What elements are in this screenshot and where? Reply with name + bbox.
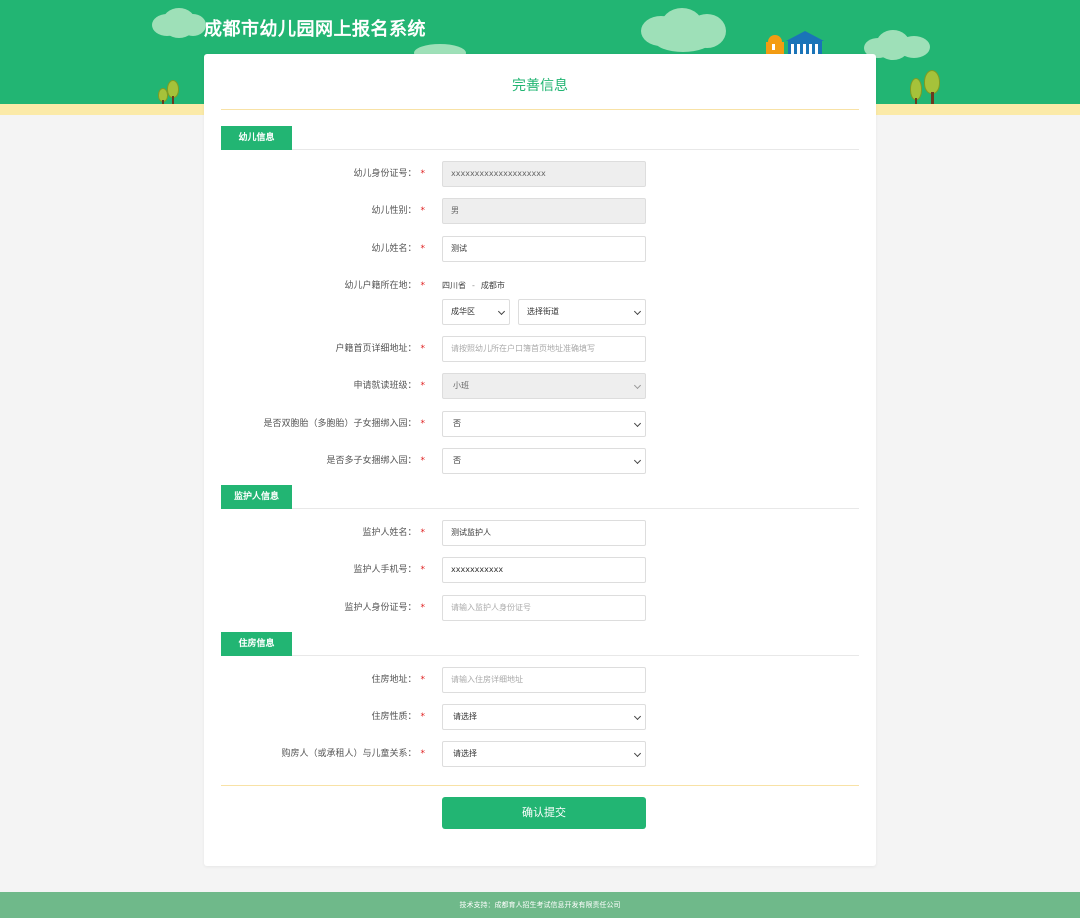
hukou-city: 成都市 — [480, 281, 505, 290]
child-name-label: 幼儿姓名： * — [371, 244, 425, 254]
housing-nature-label: 住房性质： * — [371, 712, 425, 722]
chevron-down-icon — [633, 419, 642, 428]
form-title: 完善信息 — [512, 78, 568, 94]
guardian-id-input[interactable]: 请输入监护人身份证号 — [442, 595, 646, 621]
guardian-phone-input[interactable]: xxxxxxxxxxx — [442, 557, 646, 583]
hukou-province: 四川省 — [442, 281, 466, 290]
submit-button[interactable]: 确认提交 — [442, 797, 646, 829]
chevron-down-icon — [633, 712, 642, 721]
housing-address-input[interactable]: 请输入住房详细地址 — [442, 667, 646, 693]
footer-support-text: 技术支持：成都育人招生考试信息开发有限责任公司 — [0, 892, 1080, 918]
hukou-location-label: 幼儿户籍所在地： * — [344, 281, 425, 291]
class-label: 申请就读班级： * — [353, 381, 425, 391]
title-divider — [221, 109, 859, 110]
street-select[interactable]: 选择街道 — [518, 299, 646, 325]
chevron-down-icon — [633, 307, 642, 316]
section-child-info: 幼儿信息 — [221, 126, 859, 150]
guardian-id-label: 监护人身份证号： * — [344, 603, 425, 613]
buyer-relation-label: 购房人（或承租人）与儿童关系： * — [281, 749, 425, 759]
site-title: 成都市幼儿园网上报名系统 — [204, 19, 426, 40]
child-name-input[interactable]: 测试 — [442, 236, 646, 262]
guardian-name-input[interactable]: 测试监护人 — [442, 520, 646, 546]
child-gender-field[interactable]: 男 — [442, 198, 646, 224]
district-select[interactable]: 成华区 — [442, 299, 510, 325]
section-tab-label: 住房信息 — [221, 632, 292, 656]
housing-nature-select[interactable]: 请选择 — [442, 704, 646, 730]
class-select[interactable]: 小班 — [442, 373, 646, 399]
section-tab-label: 幼儿信息 — [221, 126, 292, 150]
chevron-down-icon — [633, 749, 642, 758]
section-guardian-info: 监护人信息 — [221, 485, 859, 509]
child-id-label: 幼儿身份证号： * — [353, 169, 425, 179]
hukou-address-input[interactable]: 请按照幼儿所在户口簿首页地址准确填写 — [442, 336, 646, 362]
hukou-separator: - — [472, 281, 475, 290]
buyer-relation-select[interactable]: 请选择 — [442, 741, 646, 767]
bottom-divider — [221, 785, 859, 786]
twins-label: 是否双胞胎（多胞胎）子女捆绑入园： * — [263, 419, 425, 429]
chevron-down-icon — [633, 381, 642, 390]
housing-address-label: 住房地址： * — [371, 675, 425, 685]
chevron-down-icon — [633, 456, 642, 465]
form-card: 完善信息 幼儿信息 幼儿身份证号： * xxxxxxxxxxxxxxxxxxxx … — [204, 54, 876, 866]
multi-child-select[interactable]: 否 — [442, 448, 646, 474]
child-gender-label: 幼儿性别： * — [371, 206, 425, 216]
hukou-address-label: 户籍首页详细地址： * — [335, 344, 425, 354]
section-tab-label: 监护人信息 — [221, 485, 292, 509]
twins-select[interactable]: 否 — [442, 411, 646, 437]
chevron-down-icon — [497, 307, 506, 316]
school-building-icon — [766, 31, 824, 56]
multi-child-label: 是否多子女捆绑入园： * — [326, 456, 425, 466]
guardian-name-label: 监护人姓名： * — [362, 528, 425, 538]
guardian-phone-label: 监护人手机号： * — [353, 565, 425, 575]
section-housing-info: 住房信息 — [221, 632, 859, 656]
child-id-field[interactable]: xxxxxxxxxxxxxxxxxxxx — [442, 161, 646, 187]
hukou-province-city: 四川省 - 成都市 — [442, 273, 505, 299]
